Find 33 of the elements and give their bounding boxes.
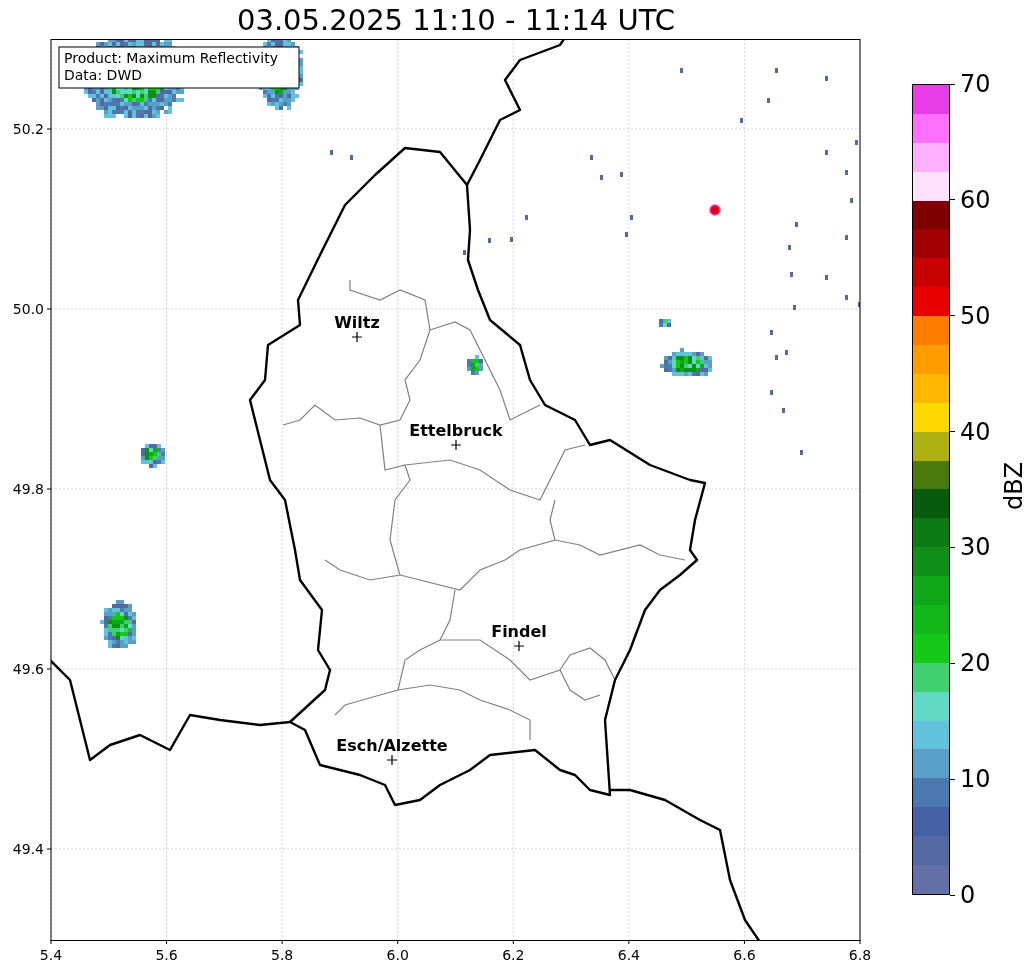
y-tick-label: 49.6 [12, 661, 52, 677]
x-tick-label: 6.6 [733, 939, 756, 963]
y-tick-label: 50.2 [12, 121, 52, 137]
city-marker [386, 754, 398, 766]
x-tick-label: 6.0 [386, 939, 409, 963]
colorbar-tick-label: 70 [960, 72, 991, 96]
city-label: Findel [491, 622, 547, 641]
legend-text: Data: DWD [64, 67, 142, 83]
colorbar-tick-label: 40 [960, 419, 991, 444]
x-tick-label: 5.6 [155, 939, 178, 963]
city-marker [450, 439, 462, 451]
city-label: Ettelbruck [409, 421, 503, 440]
colorbar-tick-label: 20 [960, 651, 991, 676]
y-tick-label: 50.0 [12, 301, 52, 317]
x-tick-label: 6.8 [848, 939, 870, 963]
colorbar-tick-label: 60 [960, 187, 991, 212]
y-tick-label: 49.8 [12, 481, 52, 497]
city-marker [513, 640, 525, 652]
y-tick-label: 49.4 [12, 841, 52, 857]
colorbar-tick-label: 0 [960, 883, 976, 907]
colorbar-label: dBZ [1002, 461, 1027, 511]
city-marker [351, 331, 363, 343]
city-label: Esch/Alzette [336, 736, 448, 755]
colorbar-tick-label: 30 [960, 535, 991, 560]
chart-title: 03.05.2025 11:10 - 11:14 UTC [236, 2, 676, 39]
x-tick-label: 6.4 [617, 939, 640, 963]
colorbar-tick-label: 50 [960, 303, 991, 328]
x-tick-label: 5.8 [271, 939, 294, 963]
city-label: Wiltz [334, 313, 380, 332]
legend-text: Product: Maximum Reflectivity [64, 50, 278, 66]
x-tick-label: 5.4 [39, 939, 63, 963]
x-tick-label: 6.2 [502, 939, 525, 963]
colorbar-tick-label: 10 [960, 767, 991, 792]
